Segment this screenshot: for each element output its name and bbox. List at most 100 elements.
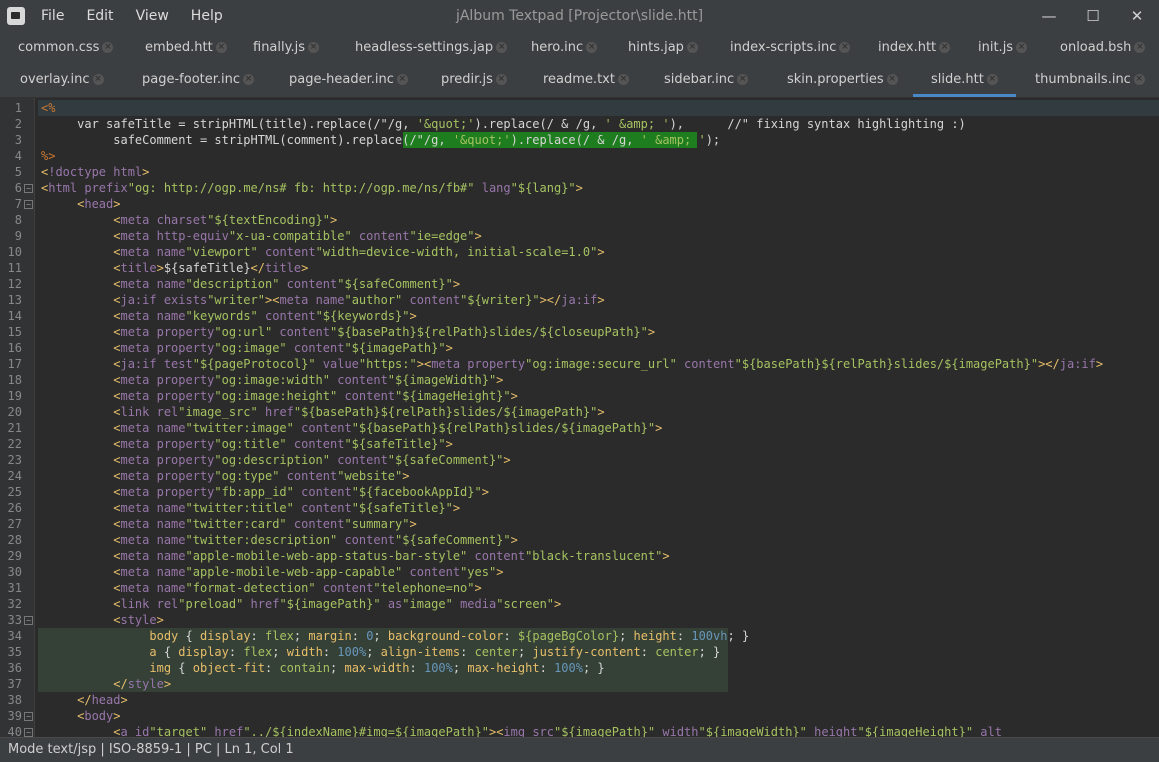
code-line[interactable]: 36 img { object-fit: contain; max-width:… bbox=[0, 660, 1159, 676]
tab-embed-htt[interactable]: embed.htt × bbox=[145, 32, 227, 64]
tab-finally-js[interactable]: finally.js × bbox=[253, 32, 319, 64]
code-text: <body> bbox=[77, 709, 121, 723]
code-line[interactable]: 39− <body> bbox=[0, 708, 1159, 724]
tab-close-icon[interactable]: × bbox=[586, 42, 598, 53]
tab-sidebar-inc[interactable]: sidebar.inc × bbox=[664, 64, 749, 96]
code-line[interactable]: 35 a { display: flex; width: 100%; align… bbox=[0, 644, 1159, 660]
code-line[interactable]: 29 <meta name"apple-mobile-web-app-statu… bbox=[0, 548, 1159, 564]
close-button[interactable]: ✕ bbox=[1115, 0, 1159, 32]
tab-hints-jap[interactable]: hints.jap × bbox=[628, 32, 698, 64]
code-line[interactable]: 34 body { display: flex; margin: 0; back… bbox=[0, 628, 1159, 644]
tab-init-js[interactable]: init.js × bbox=[978, 32, 1028, 64]
code-line[interactable]: 6− <html prefix"og: http://ogp.me/ns# fb:… bbox=[0, 180, 1159, 196]
tab-close-icon[interactable]: × bbox=[495, 74, 507, 85]
code-text: </style> bbox=[113, 677, 172, 691]
tab-page-footer-inc[interactable]: page-footer.inc × bbox=[142, 64, 255, 96]
line-number: 26 bbox=[7, 501, 22, 515]
code-line[interactable]: 15 <meta property"og:url" content"${base… bbox=[0, 324, 1159, 340]
code-line[interactable]: 18 <meta property"og:image:width" conten… bbox=[0, 372, 1159, 388]
tab-close-icon[interactable]: × bbox=[939, 42, 951, 53]
tab-page-header-inc[interactable]: page-header.inc × bbox=[289, 64, 408, 96]
tab-close-icon[interactable]: × bbox=[737, 74, 749, 85]
code-line[interactable]: 16 <meta property"og:image" content"${im… bbox=[0, 340, 1159, 356]
tab-headless-settings-jap[interactable]: headless-settings.jap × bbox=[355, 32, 508, 64]
tab-close-icon[interactable]: × bbox=[886, 74, 898, 85]
tab-predir-js[interactable]: predir.js × bbox=[441, 64, 507, 96]
tab-close-icon[interactable]: × bbox=[243, 74, 255, 85]
code-line[interactable]: 37 </style> bbox=[0, 676, 1159, 692]
code-line[interactable]: 7− <head> bbox=[0, 196, 1159, 212]
tab-hero-inc[interactable]: hero.inc × bbox=[531, 32, 598, 64]
fold-toggle-icon[interactable]: − bbox=[24, 184, 33, 193]
code-line[interactable]: 31 <meta name"format-detection" content"… bbox=[0, 580, 1159, 596]
code-line[interactable]: 24 <meta property"og:type" content"websi… bbox=[0, 468, 1159, 484]
code-line[interactable]: 28 <meta name"twitter:description" conte… bbox=[0, 532, 1159, 548]
code-line[interactable]: 13 <ja:if exists"writer"><meta name"auth… bbox=[0, 292, 1159, 308]
code-line[interactable]: 19 <meta property"og:image:height" conte… bbox=[0, 388, 1159, 404]
menu-help[interactable]: Help bbox=[180, 0, 234, 32]
line-number: 4 bbox=[14, 149, 22, 163]
code-line[interactable]: 32 <link rel"preload" href"${imagePath}"… bbox=[0, 596, 1159, 612]
maximize-button[interactable]: ☐ bbox=[1071, 0, 1115, 32]
code-line[interactable]: 14 <meta name"keywords" content"${keywor… bbox=[0, 308, 1159, 324]
tab-close-icon[interactable]: × bbox=[686, 42, 698, 53]
tab-close-icon[interactable]: × bbox=[1134, 42, 1146, 53]
tab-close-icon[interactable]: × bbox=[986, 74, 998, 85]
tab-onload-bsh[interactable]: onload.bsh × bbox=[1060, 32, 1146, 64]
tab-close-icon[interactable]: × bbox=[496, 42, 508, 53]
code-line[interactable]: 22 <meta property"og:title" content"${sa… bbox=[0, 436, 1159, 452]
tab-close-icon[interactable]: × bbox=[307, 42, 319, 53]
code-text: safeComment = stripHTML(comment).replace… bbox=[41, 133, 721, 147]
tab-close-icon[interactable]: × bbox=[1133, 74, 1145, 85]
code-line[interactable]: 8 <meta charset"${textEncoding}"> bbox=[0, 212, 1159, 228]
line-number: 13 bbox=[7, 293, 22, 307]
line-number: 33 bbox=[7, 613, 22, 627]
minimize-button[interactable]: — bbox=[1027, 0, 1071, 32]
code-text: a { display: flex; width: 100%; align-it… bbox=[149, 645, 721, 659]
tab-readme-txt[interactable]: readme.txt × bbox=[543, 64, 629, 96]
fold-toggle-icon[interactable]: − bbox=[24, 616, 33, 625]
menu-file[interactable]: File bbox=[30, 0, 75, 32]
code-line[interactable]: 1 <% bbox=[0, 100, 1159, 116]
code-line[interactable]: 25 <meta property"fb:app_id" content"${f… bbox=[0, 484, 1159, 500]
tab-close-icon[interactable]: × bbox=[1016, 42, 1028, 53]
code-line[interactable]: 9 <meta http-equiv"x-ua-compatible" cont… bbox=[0, 228, 1159, 244]
tab-index-scripts-inc[interactable]: index-scripts.inc × bbox=[730, 32, 851, 64]
tab-skin-properties[interactable]: skin.properties × bbox=[787, 64, 898, 96]
code-line[interactable]: 30 <meta name"apple-mobile-web-app-capab… bbox=[0, 564, 1159, 580]
code-line[interactable]: 38 </head> bbox=[0, 692, 1159, 708]
tab-index-htt[interactable]: index.htt × bbox=[878, 32, 951, 64]
code-line[interactable]: 27 <meta name"twitter:card" content"summ… bbox=[0, 516, 1159, 532]
code-line[interactable]: 10 <meta name"viewport" content"width=de… bbox=[0, 244, 1159, 260]
code-line[interactable]: 20 <link rel"image_src" href"${basePath}… bbox=[0, 404, 1159, 420]
code-line[interactable]: 21 <meta name"twitter:image" content"${b… bbox=[0, 420, 1159, 436]
code-line[interactable]: 17 <ja:if test"${pageProtocol}" value"ht… bbox=[0, 356, 1159, 372]
tab-thumbnails-inc[interactable]: thumbnails.inc × bbox=[1035, 64, 1145, 96]
line-number: 8 bbox=[14, 213, 22, 227]
fold-toggle-icon[interactable]: − bbox=[24, 712, 33, 721]
code-line[interactable]: 11 <title>${safeTitle}</title> bbox=[0, 260, 1159, 276]
tab-common-css[interactable]: common.css × bbox=[18, 32, 114, 64]
tab-close-icon[interactable]: × bbox=[617, 74, 629, 85]
tab-close-icon[interactable]: × bbox=[396, 74, 408, 85]
fold-toggle-icon[interactable]: − bbox=[24, 728, 33, 737]
menu-view[interactable]: View bbox=[125, 0, 180, 32]
code-line[interactable]: 2 var safeTitle = stripHTML(title).repla… bbox=[0, 116, 1159, 132]
code-line[interactable]: 33− <style> bbox=[0, 612, 1159, 628]
fold-toggle-icon[interactable]: − bbox=[24, 200, 33, 209]
tab-slide-htt[interactable]: slide.htt × bbox=[913, 64, 1016, 97]
menu-edit[interactable]: Edit bbox=[75, 0, 124, 32]
tab-close-icon[interactable]: × bbox=[92, 74, 104, 85]
tab-close-icon[interactable]: × bbox=[839, 42, 851, 53]
code-line[interactable]: 26 <meta name"twitter:title" content"${s… bbox=[0, 500, 1159, 516]
tab-close-icon[interactable]: × bbox=[102, 42, 114, 53]
code-editor[interactable]: 1 <% 2 var safeTitle = stripHTML(title).re… bbox=[0, 98, 1159, 737]
code-line[interactable]: 23 <meta property"og:description" conten… bbox=[0, 452, 1159, 468]
code-line[interactable]: 4 %> bbox=[0, 148, 1159, 164]
code-line[interactable]: 5 <!doctype html> bbox=[0, 164, 1159, 180]
code-line[interactable]: 3 safeComment = stripHTML(comment).repla… bbox=[0, 132, 1159, 148]
tab-close-icon[interactable]: × bbox=[215, 42, 227, 53]
code-line[interactable]: 40− <a id"target" href"../${indexName}#i… bbox=[0, 724, 1159, 737]
tab-overlay-inc[interactable]: overlay.inc × bbox=[20, 64, 104, 96]
code-line[interactable]: 12 <meta name"description" content"${saf… bbox=[0, 276, 1159, 292]
